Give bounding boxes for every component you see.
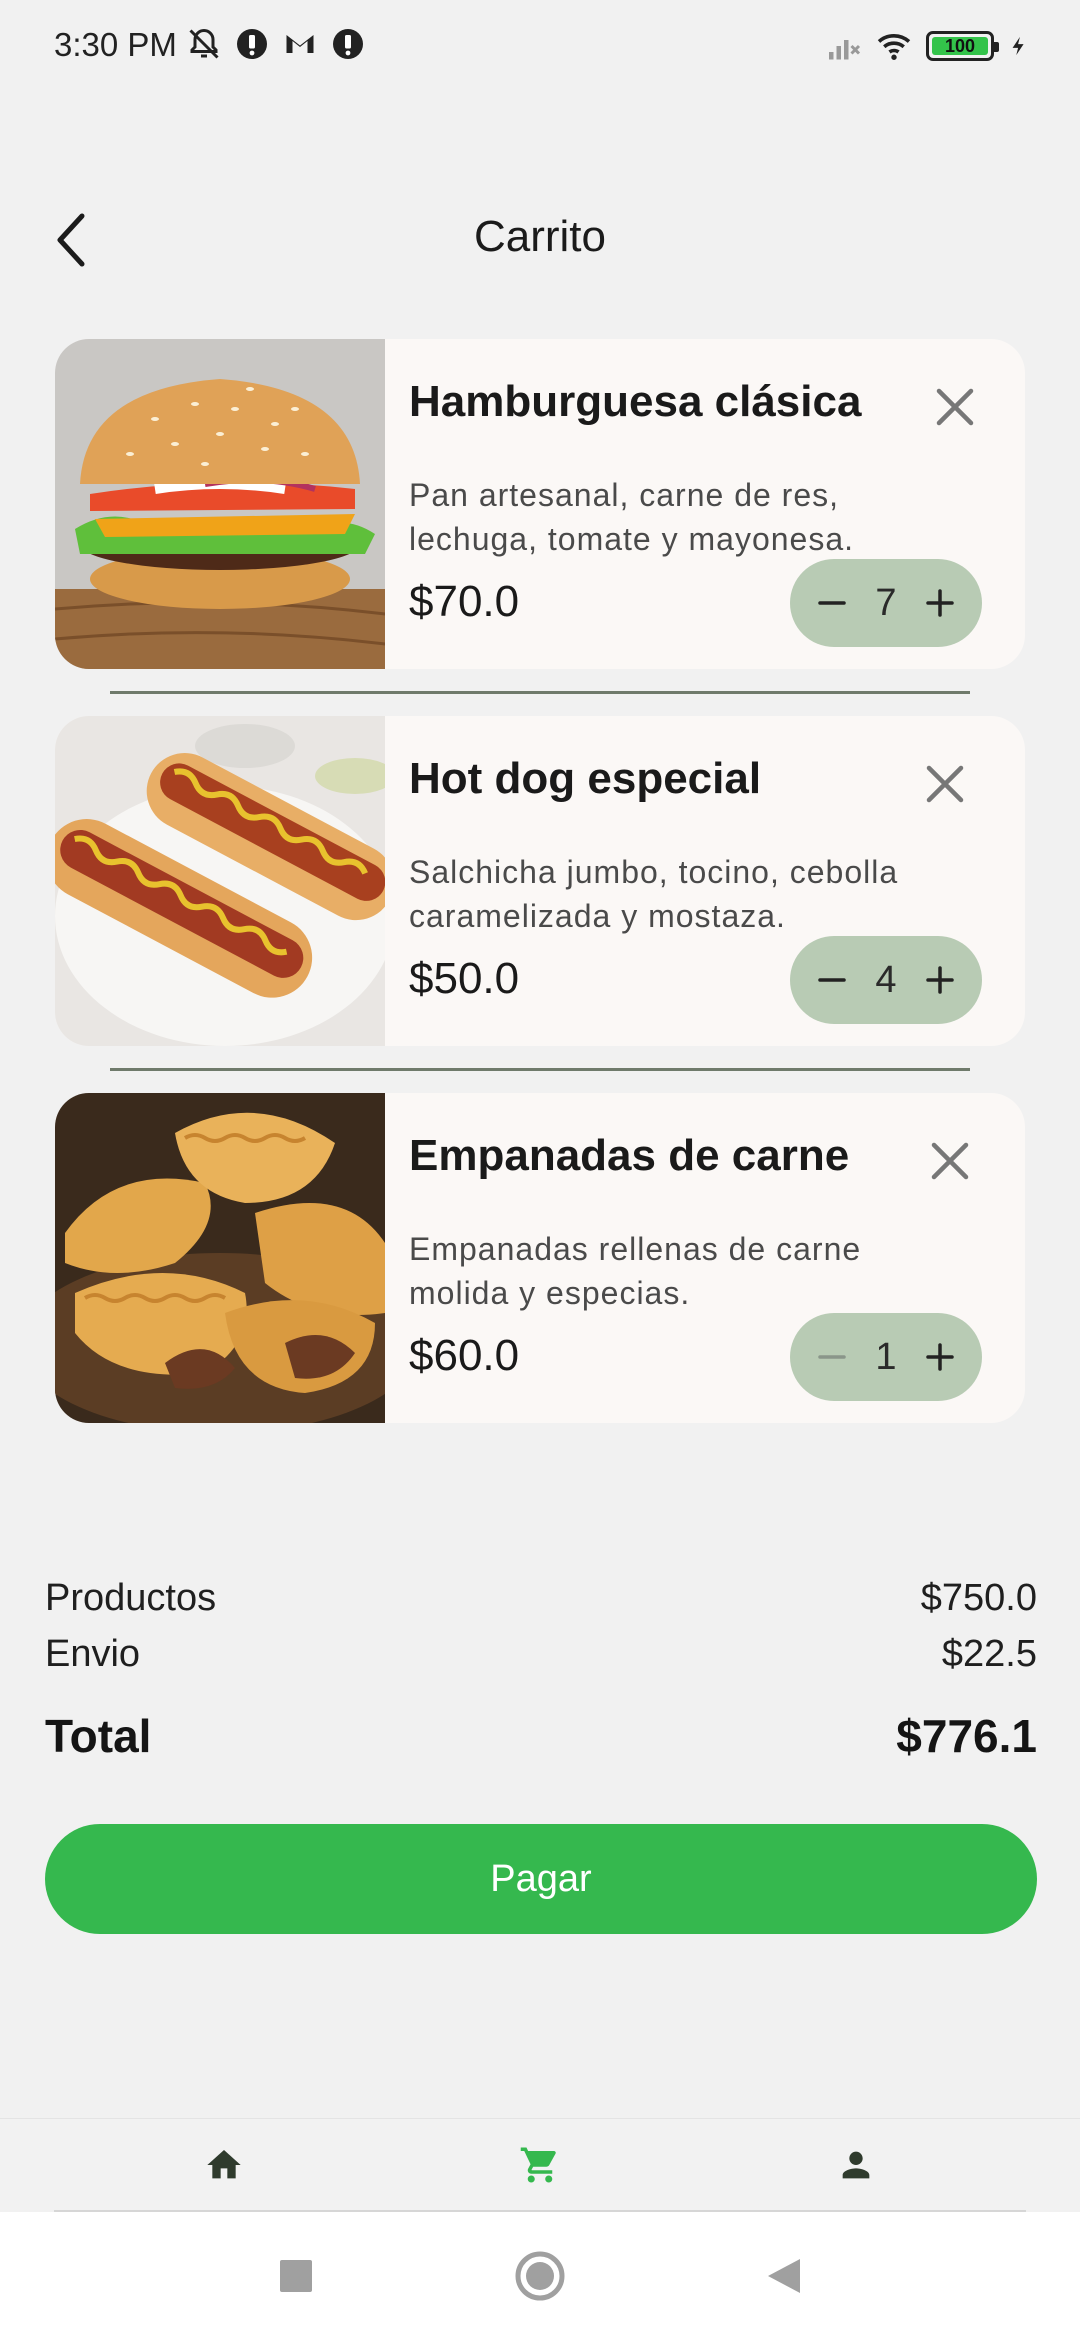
item-description: Salchicha jumbo, tocino, cebolla caramel… xyxy=(409,854,899,934)
battery-icon: 100 xyxy=(926,31,999,61)
cart-icon xyxy=(520,2147,556,2183)
decrement-button[interactable] xyxy=(804,1329,860,1385)
nav-home[interactable] xyxy=(192,2133,256,2197)
cart-item[interactable]: Empanadas de carne Empanadas rellenas de… xyxy=(55,1093,1025,1423)
increment-button[interactable] xyxy=(912,952,968,1008)
close-icon xyxy=(931,1142,969,1180)
triangle-back-icon xyxy=(768,2259,800,2293)
pay-button[interactable]: Pagar xyxy=(45,1824,1037,1934)
remove-item-button[interactable] xyxy=(925,377,985,437)
muted-bell-icon xyxy=(189,28,219,59)
person-icon xyxy=(842,2151,870,2179)
item-price: $50.0 xyxy=(409,954,520,1003)
item-name: Empanadas de carne xyxy=(409,1131,850,1180)
cart-item[interactable]: Hot dog especial Salchicha jumbo, tocino… xyxy=(55,716,1025,1046)
minus-icon xyxy=(818,601,846,605)
plus-icon xyxy=(926,1343,954,1371)
burger-photo xyxy=(55,339,385,669)
plus-icon xyxy=(926,966,954,994)
total-row: Total $776.1 xyxy=(45,1706,1037,1766)
item-divider xyxy=(110,1068,970,1071)
cart-list: Hamburguesa clásica Pan artesanal, carne… xyxy=(55,339,1025,1470)
system-navigation-bar xyxy=(0,2212,1080,2340)
gmail-icon xyxy=(286,35,314,53)
item-divider xyxy=(110,691,970,694)
home-system-button[interactable] xyxy=(508,2244,572,2308)
minus-icon xyxy=(818,978,846,982)
quantity-stepper: 4 xyxy=(790,936,982,1024)
remove-item-button[interactable] xyxy=(915,754,975,814)
item-description: Empanadas rellenas de carne molida y esp… xyxy=(409,1231,862,1311)
status-system-icons: 100 xyxy=(826,28,1030,64)
back-system-button[interactable] xyxy=(752,2244,816,2308)
notification-icon xyxy=(237,29,267,59)
products-label: Productos xyxy=(45,1576,217,1619)
wifi-icon xyxy=(877,34,911,60)
page-title: Carrito xyxy=(473,212,607,261)
decrement-button[interactable] xyxy=(804,952,860,1008)
decrement-button[interactable] xyxy=(804,575,860,631)
home-icon xyxy=(207,2150,241,2179)
cart-item[interactable]: Hamburguesa clásica Pan artesanal, carne… xyxy=(55,339,1025,669)
item-name: Hot dog especial xyxy=(409,754,762,803)
increment-button[interactable] xyxy=(912,575,968,631)
item-price: $60.0 xyxy=(409,1331,520,1380)
quantity-value: 1 xyxy=(875,1335,897,1378)
square-icon xyxy=(280,2260,312,2292)
remove-item-button[interactable] xyxy=(920,1131,980,1191)
hotdog-photo xyxy=(55,716,385,1046)
total-value: $776.1 xyxy=(896,1710,1037,1762)
item-price: $70.0 xyxy=(409,577,520,626)
close-icon xyxy=(936,388,974,426)
increment-button[interactable] xyxy=(912,1329,968,1385)
battery-level: 100 xyxy=(944,35,976,56)
quantity-stepper: 7 xyxy=(790,559,982,647)
item-name: Hamburguesa clásica xyxy=(409,377,862,426)
products-value: $750.0 xyxy=(920,1576,1037,1619)
shipping-label: Envio xyxy=(45,1632,141,1675)
total-label: Total xyxy=(45,1710,152,1762)
products-row: Productos $750.0 xyxy=(45,1570,1037,1626)
order-summary: Productos $750.0 Envio $22.5 Total $776.… xyxy=(45,1570,1037,1766)
status-time: 3:30 PM xyxy=(54,26,177,63)
status-bar: 3:30 PM 100 xyxy=(0,0,1080,96)
shipping-value: $22.5 xyxy=(941,1632,1037,1675)
status-notification-icons xyxy=(186,26,366,62)
quantity-stepper: 1 xyxy=(790,1313,982,1401)
circle-icon xyxy=(515,2251,565,2301)
shipping-row: Envio $22.5 xyxy=(45,1626,1037,1682)
charging-icon xyxy=(1012,36,1024,56)
nav-profile[interactable] xyxy=(824,2133,888,2197)
bottom-nav xyxy=(0,2118,1080,2210)
recents-button[interactable] xyxy=(264,2244,328,2308)
nav-cart[interactable] xyxy=(508,2133,572,2197)
item-description: Pan artesanal, carne de res, lechuga, to… xyxy=(409,477,855,557)
close-icon xyxy=(926,765,964,803)
header: Carrito xyxy=(0,190,1080,290)
empanadas-photo xyxy=(55,1093,385,1423)
notification-icon xyxy=(333,29,363,59)
plus-icon xyxy=(926,589,954,617)
minus-icon xyxy=(818,1355,846,1359)
quantity-value: 4 xyxy=(875,958,897,1001)
signal-icon xyxy=(829,40,861,60)
quantity-value: 7 xyxy=(875,581,897,624)
